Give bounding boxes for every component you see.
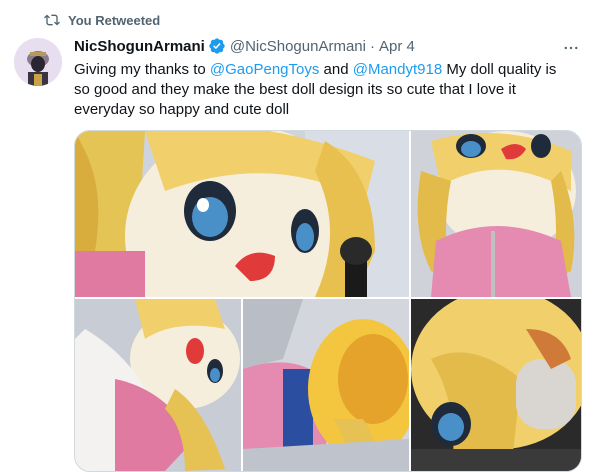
avatar[interactable] [14,38,62,86]
photo-2[interactable] [411,131,581,297]
tweet-header: NicShogunArmani @NicShogunArmani · Apr 4 [74,37,581,55]
handle[interactable]: @NicShogunArmani [230,38,366,55]
retweet-icon [44,14,60,26]
media-grid [74,130,582,472]
tweet-text-part: Giving my thanks to [74,61,210,78]
more-options-icon [564,46,578,50]
separator-dot: · [369,37,375,55]
more-options-button[interactable] [561,38,581,58]
photo-4[interactable] [243,299,409,471]
photo-1[interactable] [75,131,409,297]
retweet-label: You Retweeted [68,12,161,28]
tweet-date[interactable]: Apr 4 [379,38,415,55]
retweet-indicator: You Retweeted [44,12,160,28]
photo-3[interactable] [75,299,241,471]
mention-link-gaopengtoys[interactable]: @GaoPengToys [210,61,319,78]
tweet-text-part: and [319,61,353,78]
display-name[interactable]: NicShogunArmani [74,38,205,55]
verified-badge-icon [209,38,225,54]
tweet-text: Giving my thanks to @GaoPengToys and @Ma… [74,60,574,120]
photo-5[interactable] [411,299,581,471]
mention-link-mandyt918[interactable]: @Mandyt918 [353,61,442,78]
